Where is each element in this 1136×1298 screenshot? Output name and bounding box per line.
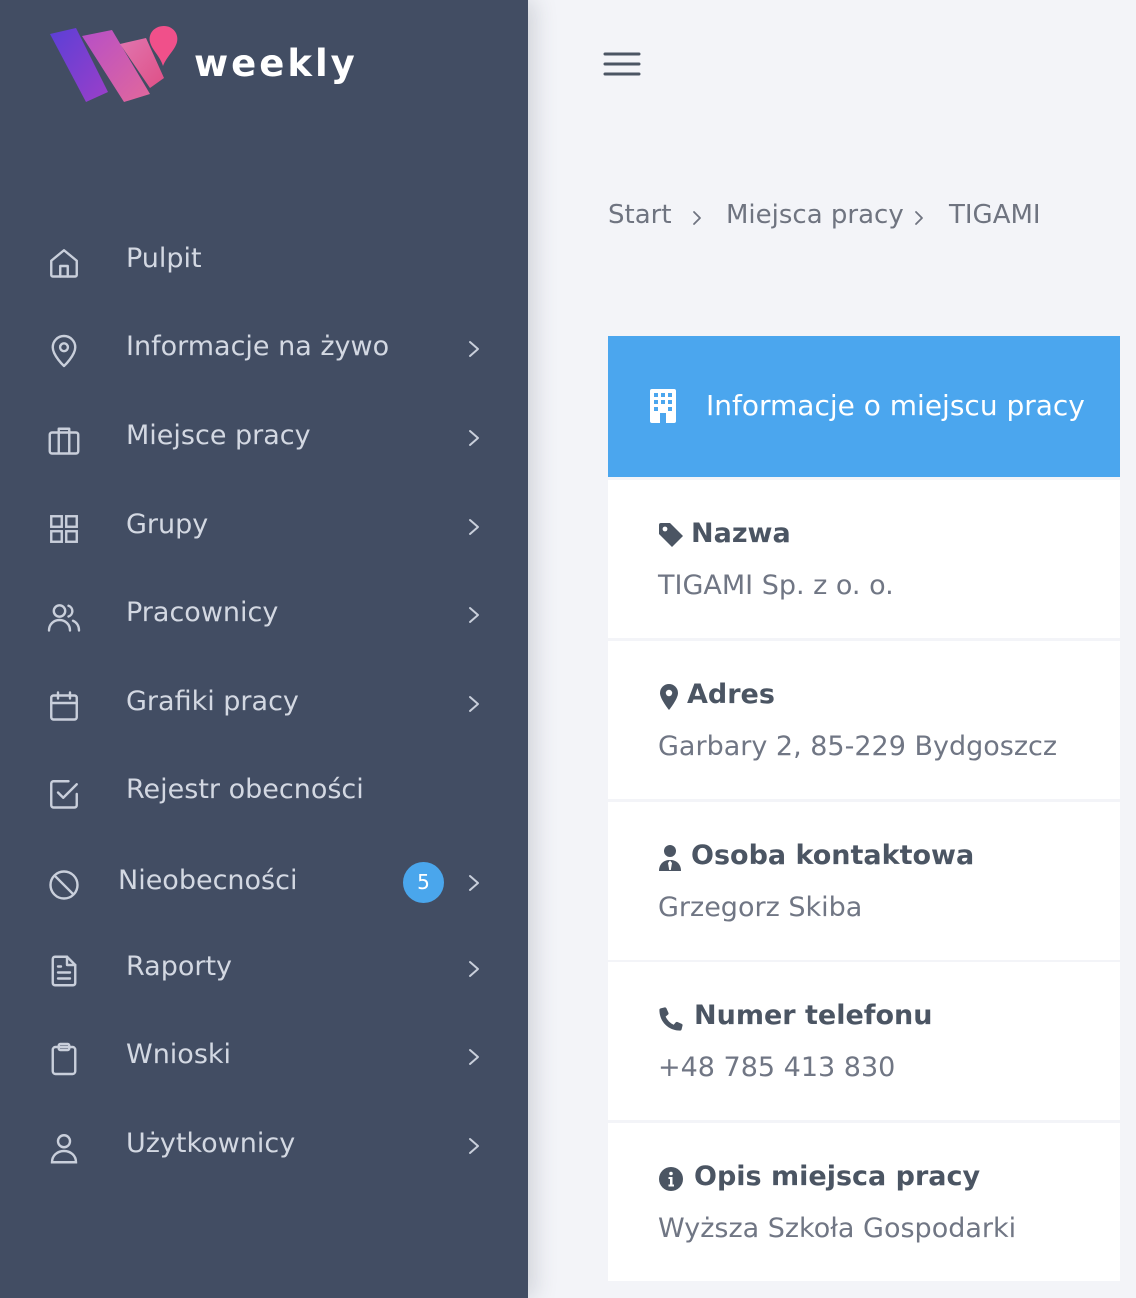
card-title: Informacje o miejscu pracy: [706, 389, 1085, 422]
map-marker-icon: [660, 684, 678, 710]
users-icon: [46, 599, 82, 635]
breadcrumb-current: TIGAMI: [949, 200, 1041, 230]
chevron-right-icon: [469, 607, 479, 623]
hamburger-menu-icon[interactable]: [603, 50, 641, 80]
ban-icon: [46, 867, 82, 903]
sidebar-item-grupy[interactable]: Grupy: [0, 496, 528, 556]
notification-badge: 5: [403, 862, 444, 903]
grid-icon: [46, 511, 82, 547]
check-square-icon: [46, 776, 82, 812]
breadcrumb-start[interactable]: Start: [608, 200, 672, 230]
field-nazwa: Nazwa TIGAMI Sp. z o. o.: [608, 480, 1120, 638]
sidebar-item-pulpit[interactable]: Pulpit: [0, 230, 528, 290]
user-icon: [46, 1130, 82, 1166]
sidebar-item-label: Grafiki pracy: [126, 686, 299, 717]
home-icon: [46, 245, 82, 281]
sidebar-item-label: Informacje na żywo: [126, 331, 390, 362]
chevron-right-icon: [469, 519, 479, 535]
app-logo[interactable]: weekly: [46, 22, 366, 106]
field-value: Wyższa Szkoła Gospodarki: [658, 1213, 1017, 1244]
chevron-right-icon: [469, 341, 479, 357]
user-tie-icon: [659, 845, 681, 871]
sidebar-item-pracownicy[interactable]: Pracownicy: [0, 584, 528, 644]
file-text-icon: [46, 953, 82, 989]
chevron-right-icon: [469, 1049, 479, 1065]
sidebar-item-wnioski[interactable]: Wnioski: [0, 1026, 528, 1086]
field-osoba-kontaktowa: Osoba kontaktowa Grzegorz Skiba: [608, 802, 1120, 960]
sidebar-item-rejestr-obecnosci[interactable]: Rejestr obecności: [0, 761, 528, 821]
chevron-right-icon: [915, 211, 923, 225]
field-adres: Adres Garbary 2, 85-229 Bydgoszcz: [608, 641, 1120, 799]
sidebar-item-uzytkownicy[interactable]: Użytkownicy: [0, 1115, 528, 1175]
calendar-icon: [46, 688, 82, 724]
field-value: Grzegorz Skiba: [658, 892, 863, 923]
chevron-right-icon: [469, 961, 479, 977]
sidebar-item-label: Pracownicy: [126, 597, 279, 628]
sidebar-item-label: Rejestr obecności: [126, 774, 364, 805]
sidebar-item-nieobecnosci[interactable]: Nieobecności 5: [0, 852, 528, 912]
chevron-right-icon: [469, 430, 479, 446]
logo-text: weekly: [194, 42, 358, 85]
sidebar-item-miejsce-pracy[interactable]: Miejsce pracy: [0, 407, 528, 467]
info-circle-icon: [659, 1167, 683, 1191]
chevron-right-icon: [469, 1138, 479, 1154]
field-label: Osoba kontaktowa: [691, 840, 975, 871]
field-label: Opis miejsca pracy: [694, 1161, 981, 1192]
weekly-logo-icon: [50, 26, 178, 102]
sidebar-item-raporty[interactable]: Raporty: [0, 938, 528, 998]
sidebar-item-label: Pulpit: [126, 243, 202, 274]
sidebar-item-grafiki-pracy[interactable]: Grafiki pracy: [0, 673, 528, 733]
field-numer-telefonu: Numer telefonu +48 785 413 830: [608, 962, 1120, 1120]
map-pin-icon: [46, 333, 82, 369]
chevron-right-icon: [469, 875, 479, 891]
clipboard-icon: [46, 1041, 82, 1077]
field-label: Nazwa: [691, 518, 791, 549]
sidebar-item-label: Użytkownicy: [126, 1128, 296, 1159]
field-value: Garbary 2, 85-229 Bydgoszcz: [658, 731, 1058, 762]
building-icon: [650, 389, 676, 423]
chevron-right-icon: [469, 696, 479, 712]
card-header: Informacje o miejscu pracy: [608, 336, 1120, 477]
field-value: TIGAMI Sp. z o. o.: [658, 570, 894, 601]
briefcase-icon: [46, 422, 82, 458]
sidebar-item-label: Grupy: [126, 509, 209, 540]
sidebar-item-label: Wnioski: [126, 1039, 232, 1070]
sidebar-item-label: Raporty: [126, 951, 233, 982]
field-label: Adres: [687, 679, 775, 710]
sidebar-item-informacje-na-zywo[interactable]: Informacje na żywo: [0, 318, 528, 378]
sidebar: weekly Pulpit Informacje na żywo Miejsce…: [0, 0, 528, 1298]
phone-icon: [659, 1007, 683, 1031]
breadcrumb-miejsca-pracy[interactable]: Miejsca pracy: [726, 200, 904, 230]
chevron-right-icon: [693, 211, 701, 225]
sidebar-item-label: Miejsce pracy: [126, 420, 311, 451]
field-value: +48 785 413 830: [658, 1052, 896, 1083]
field-label: Numer telefonu: [694, 1000, 933, 1031]
field-opis-miejsca-pracy: Opis miejsca pracy Wyższa Szkoła Gospoda…: [608, 1123, 1120, 1281]
sidebar-item-label: Nieobecności: [118, 865, 298, 896]
tag-icon: [659, 523, 683, 547]
